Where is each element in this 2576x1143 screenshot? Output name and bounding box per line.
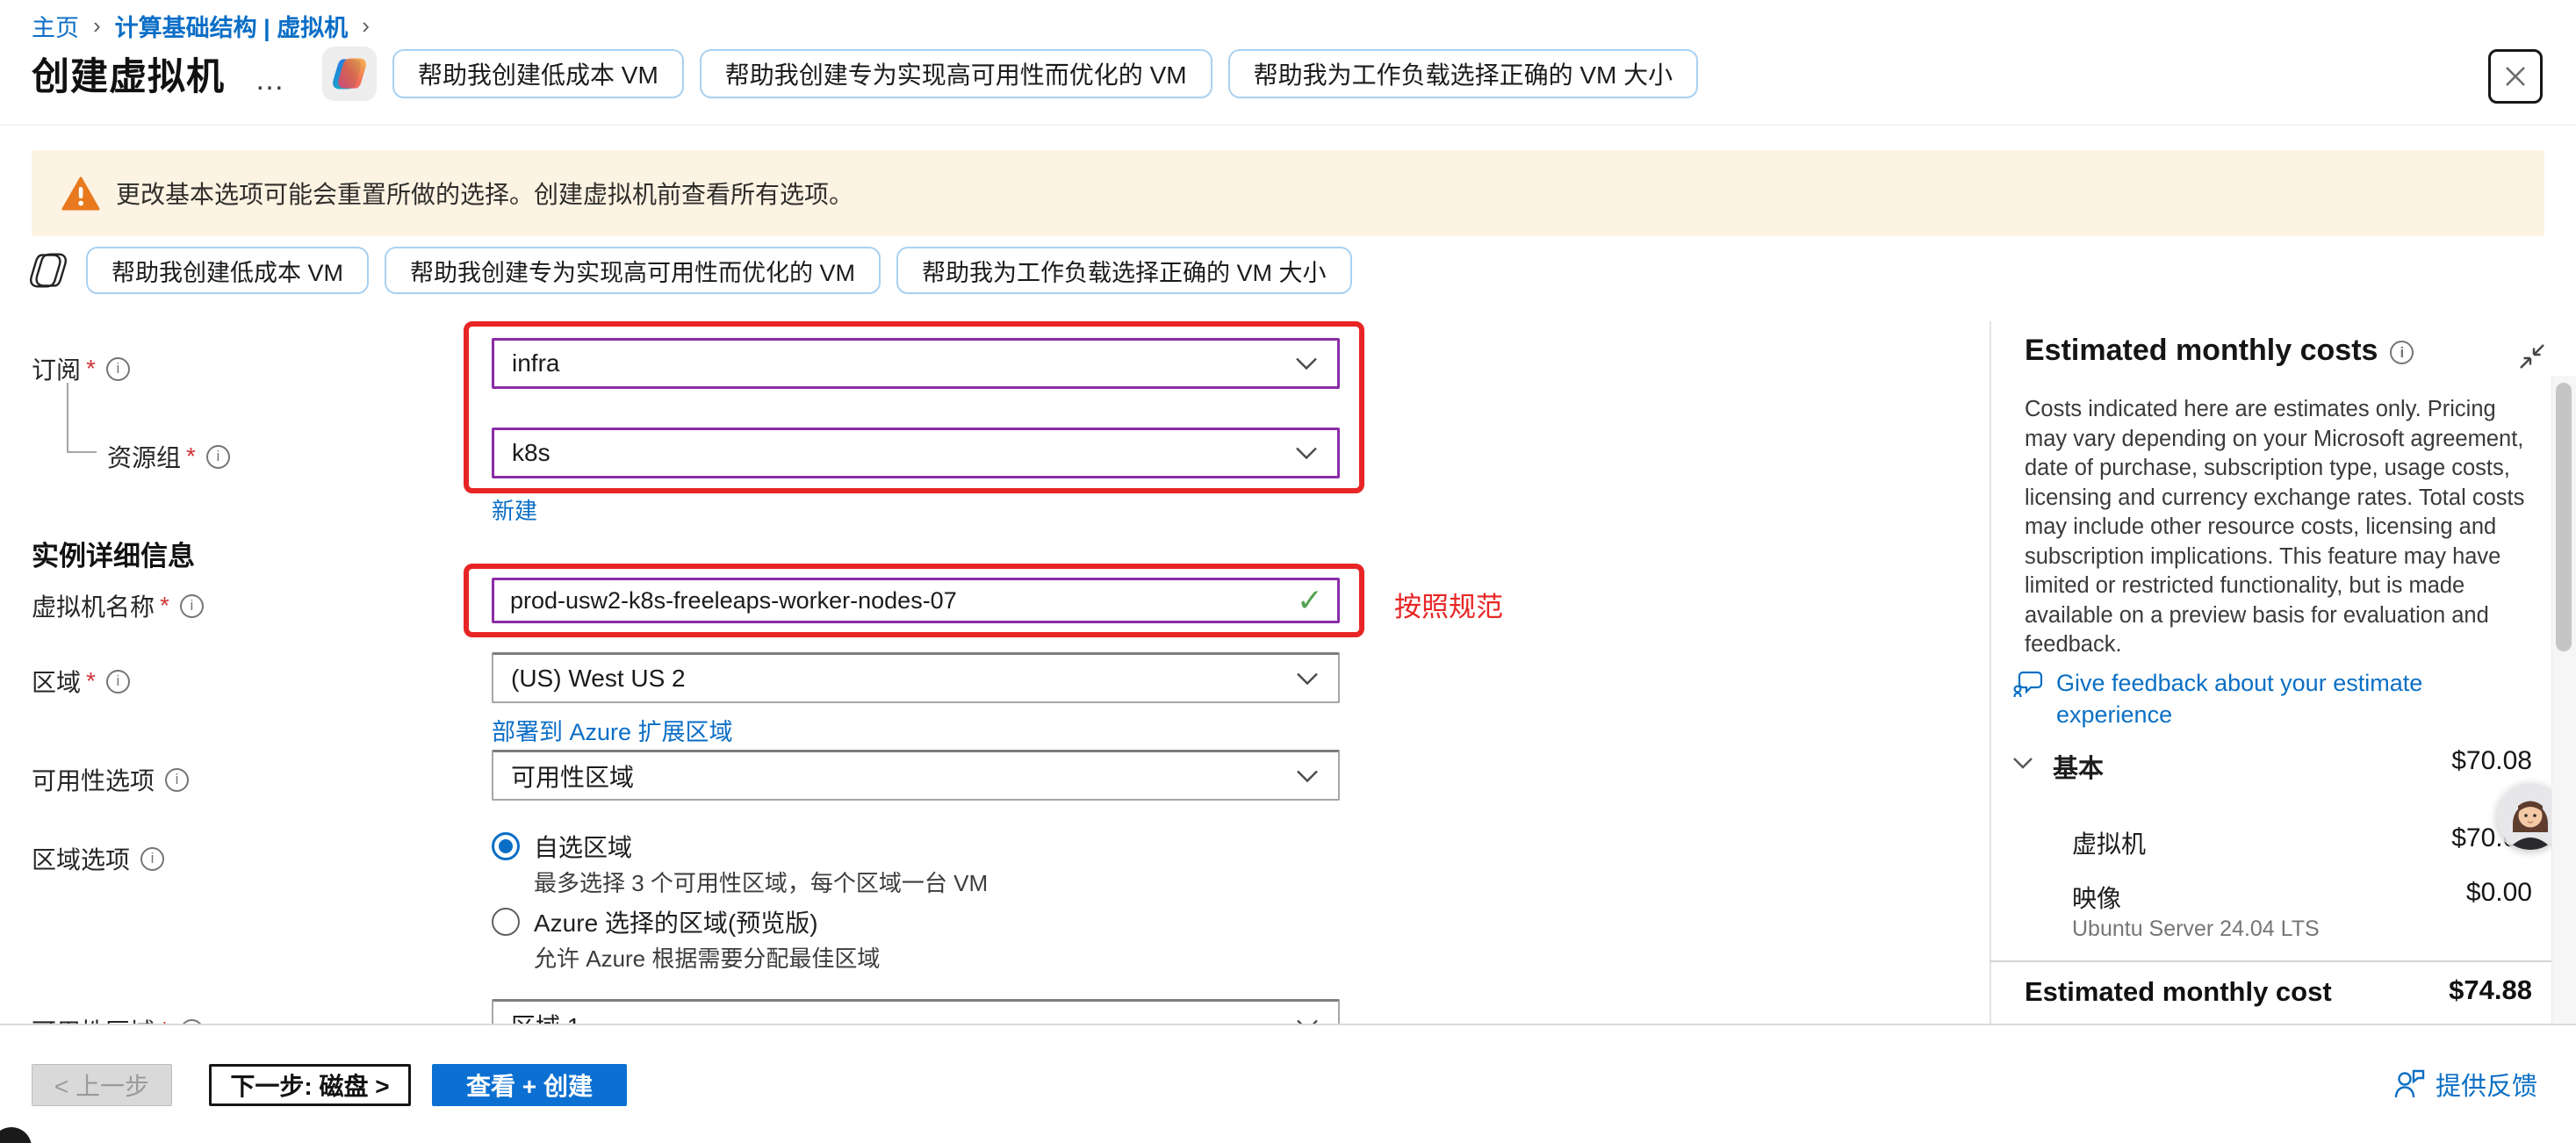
- zone-option-self-select-description: 最多选择 3 个可用性区域，每个区域一台 VM: [534, 866, 988, 898]
- cost-panel-title: Estimated monthly costs: [2025, 334, 2414, 368]
- zone-option-azure-select[interactable]: Azure 选择的区域(预览版): [492, 904, 818, 939]
- zone-option-azure-select-description: 允许 Azure 根据需要分配最佳区域: [534, 941, 880, 974]
- instance-details-section-title: 实例详细信息: [32, 534, 195, 573]
- more-options-button[interactable]: …: [255, 63, 287, 97]
- availability-zones-dropdown[interactable]: 区域 1: [492, 999, 1340, 1024]
- availability-options-label: 可用性选项: [32, 762, 189, 797]
- subscription-label: 订阅*: [32, 351, 130, 386]
- warning-icon: [61, 176, 100, 211]
- expand-basics-cost-button[interactable]: [2012, 757, 2033, 773]
- copilot-outline-icon: [26, 248, 70, 292]
- radio-label: Azure 选择的区域(预览版): [534, 904, 818, 939]
- zone-option-self-select[interactable]: 自选区域: [492, 829, 632, 864]
- feedback-link-text: Give feedback about your estimate experi…: [2056, 667, 2495, 730]
- info-icon[interactable]: [140, 847, 164, 871]
- warning-banner: 更改基本选项可能会重置所做的选择。创建虚拟机前查看所有选项。: [32, 150, 2544, 236]
- review-create-button[interactable]: 查看 + 创建: [432, 1064, 627, 1106]
- suggestion-high-availability-button[interactable]: 帮助我创建专为实现高可用性而优化的 VM: [385, 247, 881, 294]
- subscription-dropdown[interactable]: infra: [492, 338, 1340, 389]
- info-icon[interactable]: [180, 594, 204, 618]
- radio-selected-icon[interactable]: [492, 832, 520, 860]
- required-asterisk: *: [186, 442, 196, 471]
- suggestion-right-size-button[interactable]: 帮助我为工作负载选择正确的 VM 大小: [896, 247, 1352, 294]
- vm-name-label: 虚拟机名称*: [32, 588, 204, 623]
- basics-form: 订阅* infra 资源组* k8s 新建 实例详细信息 虚拟机名称* ✓ 按照…: [0, 316, 1990, 1024]
- copilot-suggestion-right-size[interactable]: 帮助我为工作负载选择正确的 VM 大小: [1228, 49, 1699, 98]
- required-asterisk: *: [86, 355, 96, 383]
- create-vm-page: 主页 › 计算基础结构 | 虚拟机 › 创建虚拟机 … 帮助我创建低成本 VM …: [0, 0, 2576, 1143]
- chevron-down-icon: [2012, 757, 2033, 769]
- breadcrumb-vm-link[interactable]: 计算基础结构 | 虚拟机: [115, 9, 349, 43]
- region-dropdown[interactable]: (US) West US 2: [492, 652, 1340, 703]
- info-icon[interactable]: [106, 670, 130, 694]
- breadcrumb-home-link[interactable]: 主页: [32, 9, 79, 43]
- availability-options-dropdown[interactable]: 可用性区域: [492, 750, 1340, 801]
- required-asterisk: *: [160, 592, 169, 620]
- header-divider: [0, 125, 2576, 126]
- chevron-right-icon: ›: [360, 12, 371, 40]
- cost-row-vm-label: 虚拟机: [2072, 825, 2146, 860]
- naming-convention-annotation: 按照规范: [1394, 585, 1503, 624]
- previous-step-button[interactable]: < 上一步: [32, 1064, 172, 1106]
- resource-group-label: 资源组*: [107, 439, 230, 474]
- chevron-right-icon: ›: [91, 12, 103, 40]
- copilot-button[interactable]: [322, 47, 377, 101]
- collapse-icon: [2517, 341, 2547, 371]
- chevron-down-icon: [1295, 447, 1318, 460]
- feedback-label: 提供反馈: [2436, 1066, 2537, 1103]
- panel-scrollbar: [2551, 376, 2576, 1024]
- person-feedback-icon: [2393, 1069, 2425, 1099]
- resource-group-dropdown[interactable]: k8s: [492, 428, 1340, 478]
- radio-label: 自选区域: [534, 829, 632, 864]
- suggestion-low-cost-button[interactable]: 帮助我创建低成本 VM: [86, 247, 369, 294]
- deploy-extended-zone-link[interactable]: 部署到 Azure 扩展区域: [492, 713, 733, 747]
- cost-row-image-label: 映像: [2072, 880, 2121, 915]
- cost-row-basics-value: $70.08: [2451, 746, 2532, 776]
- close-icon: [2502, 63, 2529, 90]
- copilot-suggestion-low-cost[interactable]: 帮助我创建低成本 VM: [392, 49, 684, 98]
- required-asterisk: *: [160, 1017, 169, 1024]
- collapse-panel-button[interactable]: [2515, 339, 2550, 374]
- availability-zones-label: 可用性区域*: [32, 1013, 204, 1024]
- chevron-down-icon: [1295, 357, 1318, 370]
- create-new-resource-group-link[interactable]: 新建: [492, 493, 537, 526]
- vm-name-input[interactable]: [494, 587, 1267, 615]
- zone-options-label: 区域选项: [32, 841, 164, 876]
- total-cost-value: $74.88: [2449, 974, 2532, 1006]
- required-asterisk: *: [86, 667, 96, 695]
- copilot-icon: [331, 55, 368, 92]
- cost-row-image-sub: Ubuntu Server 24.04 LTS: [2072, 917, 2320, 942]
- info-icon[interactable]: [206, 445, 230, 469]
- cost-row-image-value: $0.00: [2466, 878, 2532, 908]
- cost-disclaimer: Costs indicated here are estimates only.…: [2025, 395, 2543, 660]
- give-feedback-link[interactable]: 提供反馈: [2393, 1066, 2537, 1103]
- region-label: 区域*: [32, 664, 130, 699]
- footer-bar: < 上一步 下一步: 磁盘 > 查看 + 创建 提供反馈: [0, 1024, 2576, 1143]
- page-title: 创建虚拟机: [32, 47, 225, 101]
- info-icon[interactable]: [106, 357, 130, 381]
- close-button[interactable]: [2488, 49, 2543, 104]
- total-cost-label: Estimated monthly cost: [2025, 976, 2332, 1008]
- info-icon[interactable]: [165, 768, 189, 792]
- page-header: 创建虚拟机 … 帮助我创建低成本 VM 帮助我创建专为实现高可用性而优化的 VM…: [32, 42, 1698, 105]
- copilot-suggestion-high-availability[interactable]: 帮助我创建专为实现高可用性而优化的 VM: [700, 49, 1212, 98]
- chevron-down-icon: [1296, 672, 1319, 685]
- info-icon[interactable]: [2390, 341, 2414, 364]
- warning-text: 更改基本选项可能会重置所做的选择。创建虚拟机前查看所有选项。: [116, 176, 853, 211]
- next-step-disks-button[interactable]: 下一步: 磁盘 >: [209, 1064, 411, 1106]
- estimate-feedback-link[interactable]: Give feedback about your estimate experi…: [2012, 667, 2495, 730]
- valid-check-icon: ✓: [1297, 582, 1323, 619]
- breadcrumb: 主页 › 计算基础结构 | 虚拟机 ›: [32, 9, 371, 43]
- scrollbar-thumb[interactable]: [2556, 383, 2572, 651]
- chevron-down-icon: [1296, 769, 1319, 782]
- radio-unselected-icon[interactable]: [492, 908, 520, 936]
- total-divider: [1990, 960, 2553, 962]
- tree-connector: [67, 383, 97, 453]
- feedback-bubbles-icon: [2012, 667, 2044, 701]
- copilot-suggestion-row: 帮助我创建低成本 VM 帮助我创建专为实现高可用性而优化的 VM 帮助我为工作负…: [26, 246, 1352, 295]
- vm-name-field: ✓: [492, 578, 1340, 623]
- cost-row-basics-label: 基本: [2053, 748, 2104, 785]
- panel-divider: [1990, 321, 1991, 1024]
